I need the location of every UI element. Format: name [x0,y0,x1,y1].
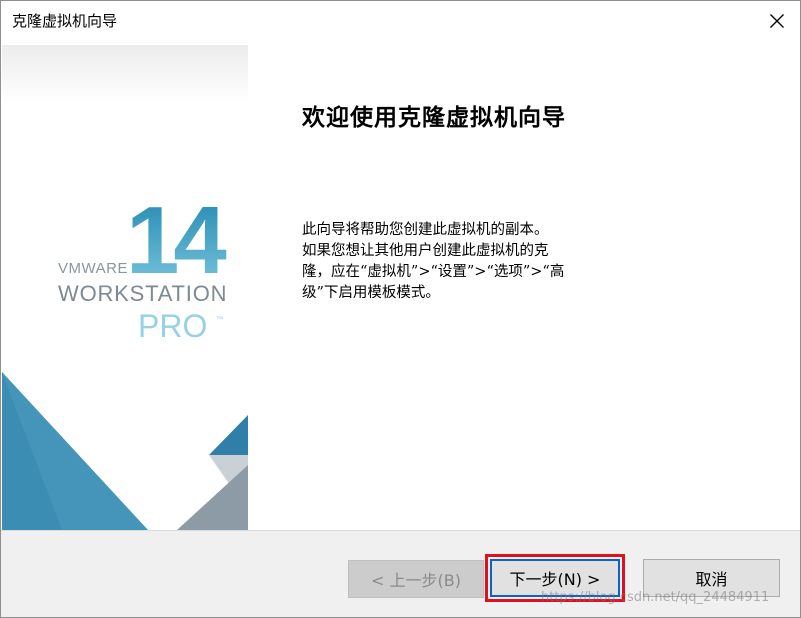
wizard-description: 此向导将帮助您创建此虚拟机的副本。 如果您想让其他用户创建此虚拟机的克 隆，应在… [302,220,632,304]
trademark-symbol: ™ [216,316,223,323]
title-bar: 克隆虚拟机向导 [1,1,800,41]
vendor-label: VMWARE [58,260,128,277]
back-button[interactable]: < 上一步(B) [348,560,484,598]
window-title: 克隆虚拟机向导 [12,12,118,30]
description-line: 此向导将帮助您创建此虚拟机的副本。 [302,222,549,238]
edition-label: PRO [138,308,207,344]
button-bar: < 上一步(B) 下一步(N) > 取消 https://blog.csdn.n… [1,530,800,617]
description-line: 隆，应在“虚拟机”>“设置”>“选项”>“高 [302,264,565,280]
close-button[interactable] [754,1,800,41]
clone-vm-wizard-window: 克隆虚拟机向导 14 VMWARE WORKSTATION PRO ™ 欢迎使用… [0,0,801,618]
description-line: 级”下启用模板模式。 [302,285,440,301]
svg-text:14: 14 [126,187,226,294]
wizard-heading: 欢迎使用克隆虚拟机向导 [302,104,566,131]
product-label: WORKSTATION [58,281,227,306]
watermark-text: https://blog.csdn.net/qq_24484911 [541,590,770,605]
close-icon [770,14,784,28]
version-number: 14 [126,187,232,294]
product-banner: 14 VMWARE WORKSTATION PRO ™ [2,45,248,530]
description-line: 如果您想让其他用户创建此虚拟机的克 [302,243,549,259]
banner-graphic: 14 VMWARE WORKSTATION PRO ™ [2,45,248,530]
